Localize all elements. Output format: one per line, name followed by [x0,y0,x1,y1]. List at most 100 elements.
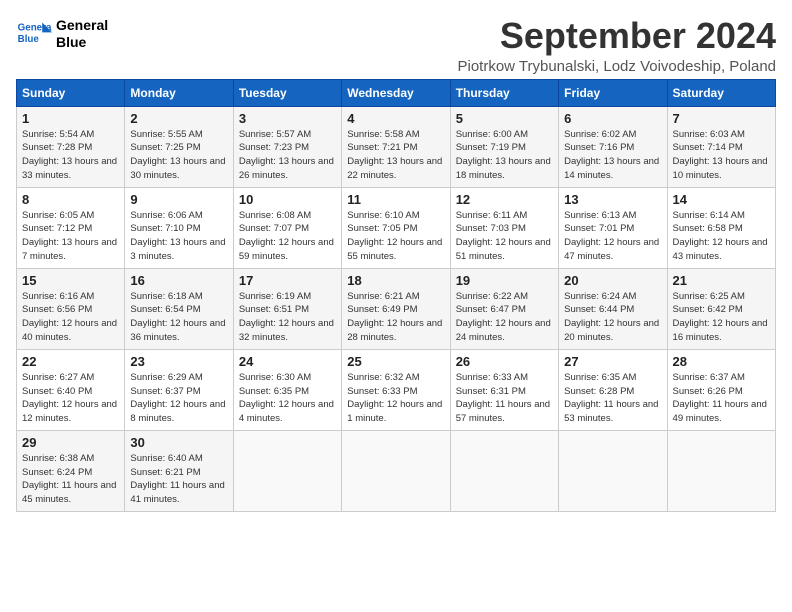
day-number: 24 [239,354,336,369]
calendar-cell [342,430,450,511]
calendar-table: SundayMondayTuesdayWednesdayThursdayFrid… [16,79,776,512]
calendar-cell: 1 Sunrise: 5:54 AMSunset: 7:28 PMDaylight… [17,106,125,187]
calendar-week-4: 22 Sunrise: 6:27 AMSunset: 6:40 PMDayligh… [17,349,776,430]
day-info: Sunrise: 6:08 AMSunset: 7:07 PMDaylight:… [239,209,336,264]
calendar-cell: 23 Sunrise: 6:29 AMSunset: 6:37 PMDayligh… [125,349,233,430]
title-area: September 2024 Piotrkow Trybunalski, Lod… [457,16,776,75]
calendar-cell [667,430,775,511]
logo-text-line2: Blue [56,34,108,51]
calendar-cell: 14Sunrise: 6:14 AMSunset: 6:58 PMDayligh… [667,187,775,268]
calendar-cell: 5 Sunrise: 6:00 AMSunset: 7:19 PMDaylight… [450,106,558,187]
day-number: 28 [673,354,770,369]
day-info: Sunrise: 6:29 AMSunset: 6:37 PMDaylight:… [130,371,227,426]
day-number: 27 [564,354,661,369]
calendar-cell: 25 Sunrise: 6:32 AMSunset: 6:33 PMDayligh… [342,349,450,430]
day-info: Sunrise: 5:54 AMSunset: 7:28 PMDaylight:… [22,128,119,183]
day-info: Sunrise: 6:25 AMSunset: 6:42 PMDaylight:… [673,290,770,345]
calendar-cell: 19Sunrise: 6:22 AMSunset: 6:47 PMDayligh… [450,268,558,349]
day-number: 26 [456,354,553,369]
day-info: Sunrise: 6:27 AMSunset: 6:40 PMDaylight:… [22,371,119,426]
day-number: 2 [130,111,227,126]
day-info: Sunrise: 6:33 AMSunset: 6:31 PMDaylight:… [456,371,553,426]
calendar-cell: 20Sunrise: 6:24 AMSunset: 6:44 PMDayligh… [559,268,667,349]
calendar-cell: 17 Sunrise: 6:19 AMSunset: 6:51 PMDayligh… [233,268,341,349]
day-info: Sunrise: 6:16 AMSunset: 6:56 PMDaylight:… [22,290,119,345]
day-header-friday: Friday [559,79,667,106]
day-number: 1 [22,111,119,126]
month-title: September 2024 [457,16,776,56]
day-info: Sunrise: 6:03 AMSunset: 7:14 PMDaylight:… [673,128,770,183]
day-info: Sunrise: 6:10 AMSunset: 7:05 PMDaylight:… [347,209,444,264]
calendar-cell [233,430,341,511]
calendar-cell: 4 Sunrise: 5:58 AMSunset: 7:21 PMDaylight… [342,106,450,187]
calendar-cell: 22 Sunrise: 6:27 AMSunset: 6:40 PMDayligh… [17,349,125,430]
day-info: Sunrise: 6:11 AMSunset: 7:03 PMDaylight:… [456,209,553,264]
day-header-wednesday: Wednesday [342,79,450,106]
calendar-cell: 3 Sunrise: 5:57 AMSunset: 7:23 PMDaylight… [233,106,341,187]
calendar-cell: 11 Sunrise: 6:10 AMSunset: 7:05 PMDayligh… [342,187,450,268]
day-header-sunday: Sunday [17,79,125,106]
day-number: 23 [130,354,227,369]
day-info: Sunrise: 5:58 AMSunset: 7:21 PMDaylight:… [347,128,444,183]
calendar-cell: 10 Sunrise: 6:08 AMSunset: 7:07 PMDayligh… [233,187,341,268]
day-number: 13 [564,192,661,207]
header-row: SundayMondayTuesdayWednesdayThursdayFrid… [17,79,776,106]
calendar-cell: 16 Sunrise: 6:18 AMSunset: 6:54 PMDayligh… [125,268,233,349]
calendar-cell [450,430,558,511]
day-info: Sunrise: 6:19 AMSunset: 6:51 PMDaylight:… [239,290,336,345]
day-info: Sunrise: 6:00 AMSunset: 7:19 PMDaylight:… [456,128,553,183]
location-title: Piotrkow Trybunalski, Lodz Voivodeship, … [457,58,776,75]
day-number: 18 [347,273,444,288]
day-info: Sunrise: 6:21 AMSunset: 6:49 PMDaylight:… [347,290,444,345]
calendar-cell: 2 Sunrise: 5:55 AMSunset: 7:25 PMDaylight… [125,106,233,187]
day-number: 22 [22,354,119,369]
calendar-week-2: 8Sunrise: 6:05 AMSunset: 7:12 PMDaylight… [17,187,776,268]
calendar-cell: 7 Sunrise: 6:03 AMSunset: 7:14 PMDaylight… [667,106,775,187]
day-info: Sunrise: 6:40 AMSunset: 6:21 PMDaylight:… [130,452,227,507]
day-number: 5 [456,111,553,126]
calendar-cell: 27 Sunrise: 6:35 AMSunset: 6:28 PMDayligh… [559,349,667,430]
calendar-cell: 6 Sunrise: 6:02 AMSunset: 7:16 PMDaylight… [559,106,667,187]
day-number: 4 [347,111,444,126]
day-number: 25 [347,354,444,369]
day-number: 10 [239,192,336,207]
day-header-tuesday: Tuesday [233,79,341,106]
calendar-cell: 12Sunrise: 6:11 AMSunset: 7:03 PMDayligh… [450,187,558,268]
logo-icon: General Blue [16,16,52,52]
calendar-week-3: 15Sunrise: 6:16 AMSunset: 6:56 PMDayligh… [17,268,776,349]
calendar-cell: 8Sunrise: 6:05 AMSunset: 7:12 PMDaylight… [17,187,125,268]
day-info: Sunrise: 5:57 AMSunset: 7:23 PMDaylight:… [239,128,336,183]
day-number: 17 [239,273,336,288]
calendar-cell: 9Sunrise: 6:06 AMSunset: 7:10 PMDaylight… [125,187,233,268]
calendar-header: SundayMondayTuesdayWednesdayThursdayFrid… [17,79,776,106]
calendar-cell: 28 Sunrise: 6:37 AMSunset: 6:26 PMDayligh… [667,349,775,430]
calendar-cell: 29Sunrise: 6:38 AMSunset: 6:24 PMDayligh… [17,430,125,511]
day-number: 16 [130,273,227,288]
day-number: 21 [673,273,770,288]
day-number: 3 [239,111,336,126]
calendar-cell: 21 Sunrise: 6:25 AMSunset: 6:42 PMDayligh… [667,268,775,349]
day-info: Sunrise: 6:35 AMSunset: 6:28 PMDaylight:… [564,371,661,426]
logo-text-line1: General [56,17,108,34]
calendar-cell: 18 Sunrise: 6:21 AMSunset: 6:49 PMDayligh… [342,268,450,349]
day-info: Sunrise: 6:37 AMSunset: 6:26 PMDaylight:… [673,371,770,426]
day-number: 29 [22,435,119,450]
day-number: 6 [564,111,661,126]
day-info: Sunrise: 6:32 AMSunset: 6:33 PMDaylight:… [347,371,444,426]
day-number: 11 [347,192,444,207]
calendar-cell: 24 Sunrise: 6:30 AMSunset: 6:35 PMDayligh… [233,349,341,430]
day-info: Sunrise: 6:30 AMSunset: 6:35 PMDaylight:… [239,371,336,426]
calendar-cell: 13Sunrise: 6:13 AMSunset: 7:01 PMDayligh… [559,187,667,268]
calendar-cell: 26 Sunrise: 6:33 AMSunset: 6:31 PMDayligh… [450,349,558,430]
day-info: Sunrise: 5:55 AMSunset: 7:25 PMDaylight:… [130,128,227,183]
day-number: 19 [456,273,553,288]
day-number: 8 [22,192,119,207]
day-number: 20 [564,273,661,288]
calendar-body: 1 Sunrise: 5:54 AMSunset: 7:28 PMDaylight… [17,106,776,511]
day-info: Sunrise: 6:02 AMSunset: 7:16 PMDaylight:… [564,128,661,183]
calendar-cell: 30Sunrise: 6:40 AMSunset: 6:21 PMDayligh… [125,430,233,511]
calendar-cell: 15Sunrise: 6:16 AMSunset: 6:56 PMDayligh… [17,268,125,349]
day-header-saturday: Saturday [667,79,775,106]
day-info: Sunrise: 6:18 AMSunset: 6:54 PMDaylight:… [130,290,227,345]
day-number: 7 [673,111,770,126]
